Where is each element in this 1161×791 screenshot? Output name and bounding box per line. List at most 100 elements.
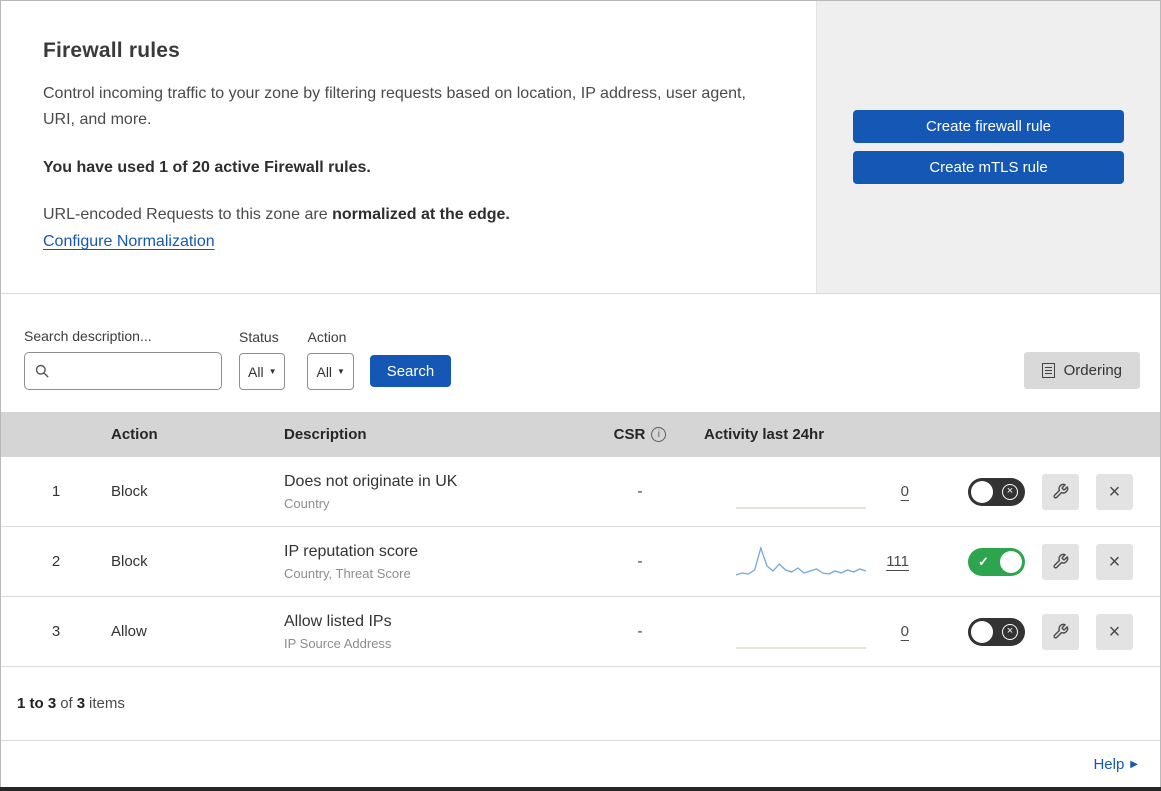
create-mtls-rule-button[interactable]: Create mTLS rule	[853, 151, 1124, 184]
rule-enabled-toggle[interactable]: ✓ ×	[968, 477, 1025, 506]
status-filter-group: Status All ▼	[239, 329, 286, 390]
window-bottom-edge	[0, 787, 1161, 791]
rule-enabled-toggle[interactable]: ✓ ×	[968, 617, 1025, 646]
chevron-down-icon: ▼	[337, 367, 345, 376]
table-row: 1 Block Does not originate in UK Country…	[1, 457, 1160, 527]
header-actions-panel: Create firewall rule Create mTLS rule	[816, 1, 1160, 293]
search-input[interactable]	[56, 363, 211, 379]
rule-criteria: Country, Threat Score	[284, 565, 411, 581]
wrench-icon	[1052, 623, 1069, 640]
chevron-down-icon: ▼	[268, 367, 277, 376]
rule-action: Block	[111, 483, 148, 500]
check-icon: ✓	[978, 553, 989, 569]
status-label: Status	[239, 329, 279, 345]
rule-action: Block	[111, 553, 148, 570]
rule-description-cell: IP reputation score Country, Threat Scor…	[284, 543, 580, 581]
action-label: Action	[307, 329, 347, 345]
rule-description-cell: Does not originate in UK Country	[284, 473, 580, 511]
search-button[interactable]: Search	[369, 355, 451, 387]
delete-rule-button[interactable]: ×	[1096, 613, 1133, 650]
x-icon: ×	[1002, 623, 1018, 640]
filter-bar: Search description... Status All ▼ Action…	[1, 294, 1160, 412]
help-arrow-icon: ▶	[1130, 758, 1138, 770]
items-total: 3	[76, 695, 86, 712]
items-range: 1 to 3	[17, 695, 57, 712]
ordering-list-icon	[1041, 363, 1055, 378]
delete-rule-button[interactable]: ×	[1096, 543, 1133, 580]
activity-cell: 111	[700, 543, 935, 581]
csr-header-label: CSR	[613, 426, 646, 443]
usage-text: You have used 1 of 20 active Firewall ru…	[43, 159, 371, 177]
rule-enabled-toggle[interactable]: ✓ ×	[968, 547, 1025, 576]
x-icon: ×	[1002, 483, 1018, 500]
activity-sparkline	[735, 543, 867, 581]
column-header-activity: Activity last 24hr	[704, 426, 825, 443]
csr-value: -	[637, 483, 643, 500]
search-icon	[35, 364, 49, 378]
normalization-bold: normalized at the edge.	[332, 206, 510, 224]
activity-sparkline	[736, 473, 866, 511]
status-dropdown-value: All	[248, 363, 264, 380]
edit-rule-button[interactable]	[1042, 473, 1079, 510]
help-link[interactable]: Help ▶	[1093, 756, 1138, 773]
csr-value: -	[637, 623, 643, 640]
activity-cell: 0	[700, 613, 935, 651]
rule-controls: ✓ × ×	[935, 613, 1160, 650]
search-input-wrapper[interactable]	[24, 352, 222, 390]
items-of-label: of	[60, 695, 73, 712]
rule-criteria: IP Source Address	[284, 635, 392, 651]
rule-criteria: Country	[284, 495, 330, 511]
items-label: items	[89, 695, 125, 712]
page-description: Control incoming traffic to your zone by…	[43, 85, 746, 128]
normalization-text: URL-encoded Requests to this zone are no…	[43, 206, 776, 224]
header-text-block: Firewall rules Control incoming traffic …	[1, 1, 816, 293]
action-filter-group: Action All ▼	[307, 329, 354, 390]
rule-controls: ✓ × ×	[935, 543, 1160, 580]
edit-rule-button[interactable]	[1042, 613, 1079, 650]
wrench-icon	[1052, 483, 1069, 500]
close-icon: ×	[1108, 550, 1121, 573]
firewall-rules-page: Firewall rules Control incoming traffic …	[0, 0, 1161, 787]
row-number: 1	[51, 483, 61, 500]
rule-description: Does not originate in UK	[284, 472, 458, 490]
create-firewall-rule-button[interactable]: Create firewall rule	[853, 110, 1124, 143]
row-number: 3	[51, 623, 61, 640]
csr-value: -	[637, 553, 643, 570]
rule-description: Allow listed IPs	[284, 612, 392, 630]
action-dropdown[interactable]: All ▼	[307, 353, 354, 390]
activity-count-link[interactable]: 0	[901, 623, 909, 640]
info-icon[interactable]: i	[651, 427, 667, 442]
toggle-knob	[971, 480, 993, 503]
help-bar: Help ▶	[1, 741, 1160, 787]
close-icon: ×	[1108, 620, 1121, 643]
column-header-csr: CSR i	[580, 426, 700, 443]
ordering-button[interactable]: Ordering	[1023, 352, 1140, 389]
edit-rule-button[interactable]	[1042, 543, 1079, 580]
close-icon: ×	[1108, 480, 1121, 503]
table-row: 2 Block IP reputation score Country, Thr…	[1, 527, 1160, 597]
table-row: 3 Allow Allow listed IPs IP Source Addre…	[1, 597, 1160, 667]
rule-description-cell: Allow listed IPs IP Source Address	[284, 613, 580, 651]
row-number: 2	[51, 553, 61, 570]
items-count: 1 to 3 of 3 items	[1, 667, 1160, 741]
activity-cell: 0	[700, 473, 935, 511]
toggle-knob	[971, 620, 993, 643]
action-dropdown-value: All	[316, 363, 333, 380]
ordering-button-label: Ordering	[1063, 362, 1122, 379]
activity-count-link[interactable]: 0	[901, 483, 909, 500]
table-header: Action Description CSR i Activity last 2…	[1, 412, 1160, 457]
normalization-prefix: URL-encoded Requests to this zone are	[43, 206, 333, 224]
search-filter-group: Search description...	[24, 328, 222, 390]
column-header-action: Action	[111, 426, 158, 443]
rule-controls: ✓ × ×	[935, 473, 1160, 510]
header-section: Firewall rules Control incoming traffic …	[1, 1, 1160, 294]
status-dropdown[interactable]: All ▼	[239, 353, 286, 390]
rule-description: IP reputation score	[284, 542, 419, 560]
activity-count-link[interactable]: 111	[886, 553, 909, 570]
toggle-knob	[1000, 550, 1022, 573]
rule-action: Allow	[111, 623, 147, 640]
configure-normalization-link[interactable]: Configure Normalization	[43, 233, 215, 251]
search-description-label: Search description...	[24, 328, 152, 344]
wrench-icon	[1052, 553, 1069, 570]
delete-rule-button[interactable]: ×	[1096, 473, 1133, 510]
